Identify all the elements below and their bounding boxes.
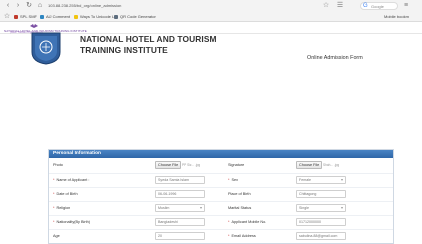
institute-crest-icon bbox=[31, 32, 61, 65]
bookmark-star-icon[interactable]: ☆ bbox=[322, 2, 330, 10]
form-row: Photo Choose File PP Siz... .jpg Signatu… bbox=[49, 159, 393, 172]
pob-input[interactable]: Chittagong bbox=[296, 190, 346, 198]
form-row: Age 20 * Email Address sabulina.88@gmail.… bbox=[49, 229, 393, 242]
org-name-line1: NATIONAL HOTEL AND TOURISM bbox=[80, 34, 217, 44]
required-marker: * bbox=[53, 220, 55, 224]
photo-choose-file-button[interactable]: Choose File bbox=[155, 161, 182, 169]
menu-icon[interactable]: ≡ bbox=[402, 2, 410, 10]
sex-select[interactable]: Female bbox=[296, 176, 346, 184]
mobile-label: * Applicant Mobile No. bbox=[228, 220, 267, 224]
religion-label: * Religion bbox=[53, 206, 71, 210]
form-row: * Name of Applicant : Syeda Samia Islam *… bbox=[49, 173, 393, 186]
panel-title: Personal Information bbox=[49, 150, 393, 158]
required-marker: * bbox=[228, 234, 230, 238]
org-name-line2: TRAINING INSTITUTE bbox=[80, 45, 168, 55]
bookmark-item[interactable]: SPL SMF bbox=[14, 14, 37, 19]
bookmarks-bar: ☆ SPL SMF AlJ Comment Ways To Unicode L … bbox=[0, 12, 422, 22]
email-label: * Email Address bbox=[228, 234, 256, 238]
form-row: *Religion Muslim Marital Status Single bbox=[49, 201, 393, 214]
signature-choose-file-button[interactable]: Choose File bbox=[296, 161, 323, 169]
photo-label: Photo bbox=[53, 163, 63, 167]
bookmark-favicon-icon bbox=[114, 15, 118, 19]
search-box[interactable]: G Google bbox=[360, 2, 398, 10]
name-label: * Name of Applicant : bbox=[53, 178, 90, 182]
nationality-input[interactable]: Bangladeshi bbox=[155, 218, 205, 226]
bookmark-folder-icon[interactable]: ☆ bbox=[3, 13, 11, 21]
signature-label: Signature bbox=[228, 163, 245, 167]
marital-select[interactable]: Single bbox=[296, 204, 346, 212]
required-marker: * bbox=[228, 178, 230, 182]
bookmark-favicon-icon bbox=[40, 15, 44, 19]
forward-icon[interactable]: › bbox=[14, 2, 22, 10]
bookmark-favicon-icon bbox=[14, 15, 18, 19]
nationality-label: * Nationality(By Birth) bbox=[53, 220, 91, 224]
bookmark-item[interactable]: QR Code Generator bbox=[114, 14, 156, 19]
search-placeholder: Google bbox=[371, 4, 384, 9]
google-icon: G bbox=[363, 3, 368, 9]
dob-input[interactable]: 06-06-1996 bbox=[155, 190, 205, 198]
form-row: * Nationality(By Birth) Bangladeshi * Appl… bbox=[49, 215, 393, 228]
pob-label: Place of Birth bbox=[228, 192, 251, 196]
address-row: ‹ › ↻ ⌂ 103.88.238.255/bd_org/online_adm… bbox=[0, 0, 422, 12]
bookmark-favicon-icon bbox=[74, 15, 78, 19]
required-marker: * bbox=[53, 206, 55, 210]
address-bar[interactable]: 103.88.238.255/bd_org/online_admission bbox=[48, 3, 121, 8]
browser-chrome: ‹ › ↻ ⌂ 103.88.238.255/bd_org/online_adm… bbox=[0, 0, 422, 22]
home-icon[interactable]: ⌂ bbox=[36, 2, 44, 10]
name-input[interactable]: Syeda Samia Islam bbox=[155, 176, 205, 184]
site-logo-strip: NATIONAL HOTEL AND TOURISM TRAINING INST… bbox=[0, 22, 422, 34]
email-input[interactable]: sabulina.88@gmail.com bbox=[296, 232, 346, 240]
marital-label: Marital Status bbox=[228, 206, 252, 210]
age-input[interactable]: 20 bbox=[155, 232, 205, 240]
mobile-input[interactable]: 01712000000 bbox=[296, 218, 346, 226]
extensions-icon[interactable]: ☰ bbox=[336, 2, 344, 10]
form-title: Online Admission Form bbox=[307, 55, 363, 61]
dob-label: * Date of Birth bbox=[53, 192, 78, 196]
bookmark-item[interactable]: AlJ Comment bbox=[40, 14, 70, 19]
required-marker: * bbox=[228, 220, 230, 224]
personal-info-panel: Personal Information Photo Choose File P… bbox=[48, 149, 394, 244]
mobile-bookmarks[interactable]: Mobile bookm bbox=[384, 14, 409, 19]
required-marker: * bbox=[53, 178, 55, 182]
age-label: Age bbox=[53, 234, 60, 238]
photo-file-name: PP Siz... .jpg bbox=[182, 163, 201, 167]
bookmark-item[interactable]: Ways To Unicode L bbox=[74, 14, 114, 19]
back-icon[interactable]: ‹ bbox=[4, 2, 12, 10]
form-row: * Date of Birth 06-06-1996 Place of Birth… bbox=[49, 187, 393, 200]
religion-select[interactable]: Muslim bbox=[155, 204, 205, 212]
sex-label: * Sex bbox=[228, 178, 239, 182]
signature-file-name: Shah... .jpg bbox=[323, 163, 340, 167]
reload-icon[interactable]: ↻ bbox=[25, 2, 33, 10]
required-marker: * bbox=[53, 192, 55, 196]
